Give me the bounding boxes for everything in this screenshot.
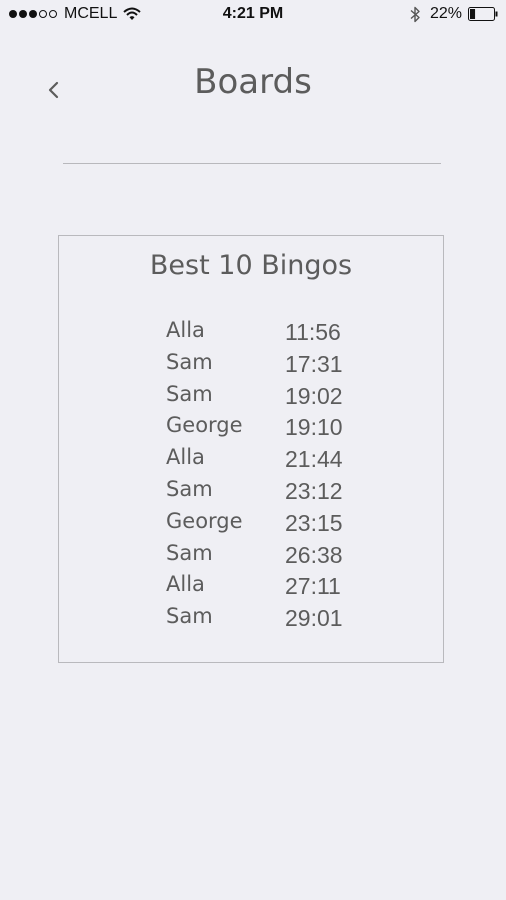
score-row: Sam 17:31 (59, 350, 443, 382)
score-row: Alla 11:56 (59, 318, 443, 350)
scores-list: Alla 11:56 Sam 17:31 Sam 19:02 George 19… (59, 318, 443, 636)
score-player-name: George (166, 508, 243, 533)
score-player-name: Sam (166, 381, 213, 406)
score-row: Sam 23:12 (59, 477, 443, 509)
score-player-name: Sam (166, 476, 213, 501)
score-row: Sam 26:38 (59, 541, 443, 573)
status-bar: MCELL 4:21 PM 22% (0, 0, 506, 30)
score-time: 19:02 (285, 382, 343, 409)
score-player-name: Sam (166, 604, 213, 629)
battery-percentage: 22% (429, 5, 462, 22)
score-player-name: Alla (166, 445, 205, 470)
score-row: Alla 27:11 (59, 572, 443, 604)
score-time: 19:10 (285, 414, 343, 441)
score-row: Sam 29:01 (59, 604, 443, 636)
score-row: Alla 21:44 (59, 445, 443, 477)
scoreboard-heading: Best 10 Bingos (149, 250, 353, 281)
score-player-name: Sam (166, 540, 213, 565)
score-time: 23:15 (285, 509, 343, 536)
status-bar-right: 22% (410, 5, 498, 23)
score-row: George 23:15 (59, 509, 443, 541)
score-player-name: George (166, 413, 243, 438)
page-title: Boards (194, 62, 312, 102)
bluetooth-icon (410, 6, 420, 22)
score-time: 17:31 (285, 350, 343, 377)
score-time: 23:12 (285, 477, 343, 504)
score-time: 26:38 (285, 541, 343, 568)
score-row: Sam 19:02 (59, 382, 443, 414)
score-time: 29:01 (285, 605, 343, 632)
score-time: 27:11 (285, 573, 341, 600)
score-player-name: Sam (166, 349, 213, 374)
score-row: George 19:10 (59, 413, 443, 445)
scoreboard-card: Best 10 Bingos Alla 11:56 Sam 17:31 Sam … (58, 235, 444, 663)
score-player-name: Alla (166, 318, 205, 342)
score-time: 11:56 (285, 319, 341, 345)
score-time: 21:44 (285, 446, 343, 473)
battery-icon (468, 7, 498, 21)
header-divider (63, 163, 441, 164)
score-player-name: Alla (166, 572, 205, 597)
